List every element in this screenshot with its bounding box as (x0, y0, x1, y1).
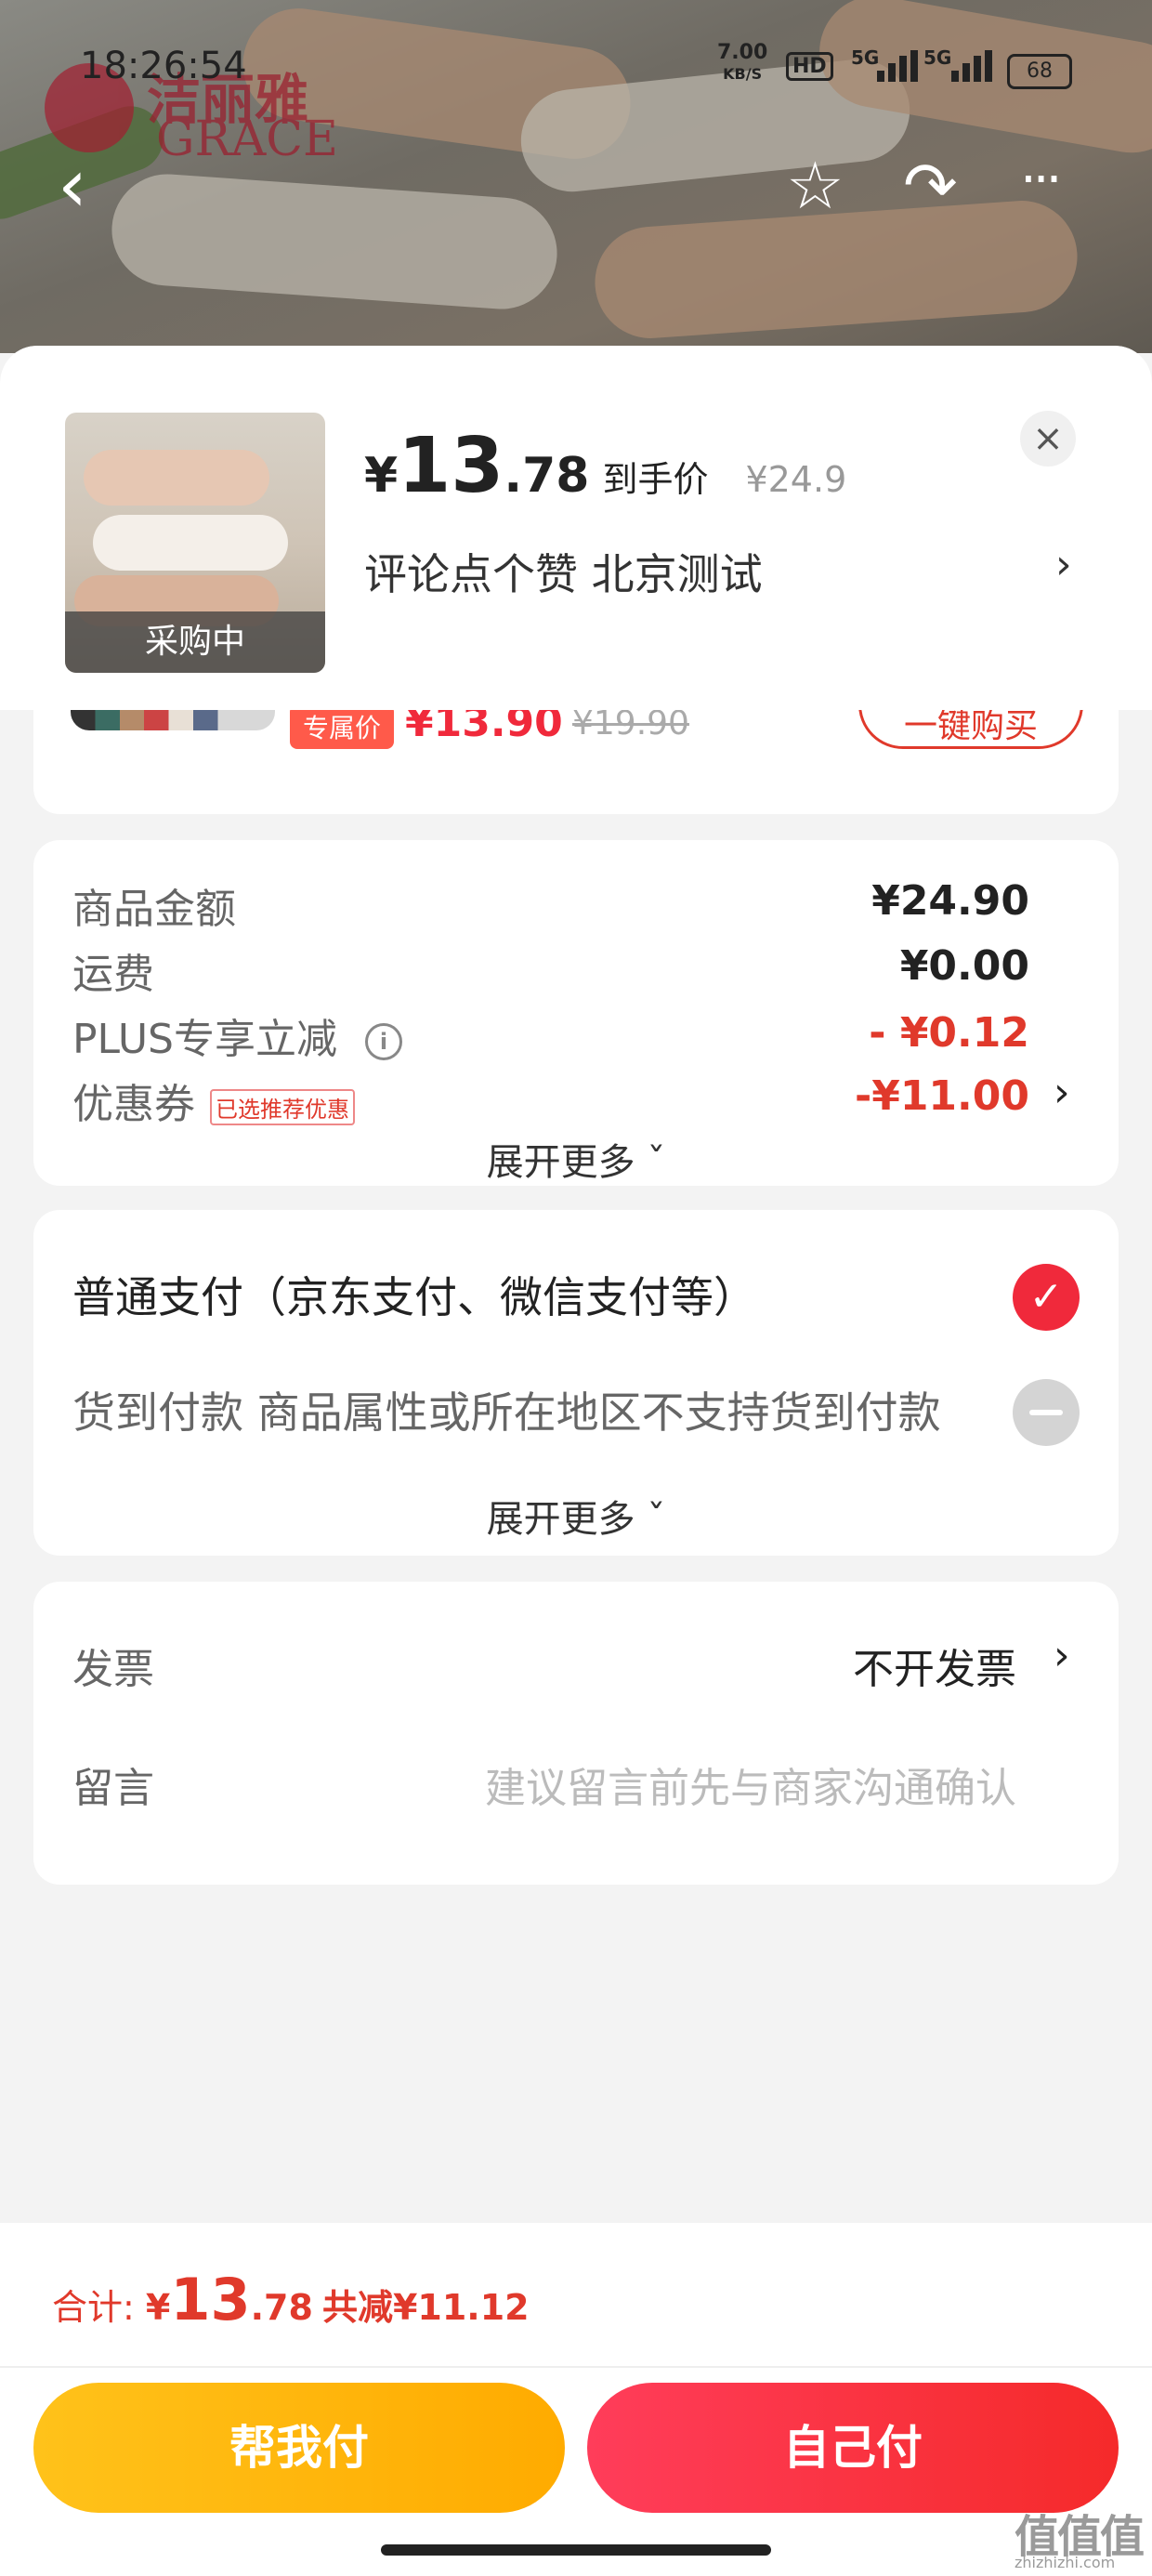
product-header: 采购中 ¥13.78 到手价 ¥24.9 评论点个赞 北京测试 › × (0, 346, 1152, 710)
coupon-label: 优惠券 (72, 1081, 195, 1128)
coupon-row[interactable]: 优惠券 已选推荐优惠 (72, 1071, 355, 1130)
coupon-recommend-tag: 已选推荐优惠 (210, 1088, 355, 1125)
plus-discount-row: PLUS专享立减 i (72, 1005, 402, 1065)
message-input[interactable]: 建议留言前先与商家沟通确认 (485, 1755, 1016, 1814)
amount-summary-card: 商品金额 ¥24.90 运费 ¥0.00 PLUS专享立减 i - ¥0.12 优… (33, 840, 1119, 1186)
order-total: 合计: ¥13.78 共减¥11.12 (52, 2266, 530, 2333)
hd-indicator: HD (786, 52, 833, 81)
divider (0, 2366, 1152, 2368)
invoice-value[interactable]: 不开发票 (853, 1636, 1016, 1695)
signal-icon (877, 50, 923, 82)
signal-label-2: 5G (923, 46, 952, 69)
final-price: ¥13.78 到手价 ¥24.9 (364, 422, 847, 510)
payment-option-normal[interactable]: 普通支付（京东支付、微信支付等） (72, 1264, 756, 1325)
product-thumbnail: 采购中 (65, 413, 325, 673)
payment-option-cod: 货到付款 商品属性或所在地区不支持货到付款 (72, 1387, 941, 1438)
invoice-label: 发票 (72, 1646, 154, 1693)
product-banner-image: 洁丽雅 GRACE 18:26:54 7.00 KB/S HD 5G 5G 68 … (0, 0, 1152, 353)
shipping-label: 运费 (72, 951, 154, 998)
back-icon[interactable]: ‹ (58, 149, 87, 223)
close-button[interactable]: × (1020, 411, 1076, 467)
checkout-bar: 合计: ¥13.78 共减¥11.12 帮我付 自己付 (0, 2223, 1152, 2576)
status-bar: 18:26:54 7.00 KB/S HD 5G 5G 68 (0, 37, 1152, 102)
battery-icon: 68 (1007, 54, 1072, 89)
checked-icon[interactable]: ✓ (1013, 1264, 1080, 1331)
network-speed: 7.00 KB/S (717, 41, 768, 84)
expand-more-button[interactable]: 展开更多 ˇ (33, 1489, 1119, 1543)
info-icon[interactable]: i (365, 1023, 402, 1060)
payment-method-card: 普通支付（京东支付、微信支付等） ✓ 货到付款 商品属性或所在地区不支持货到付款… (33, 1210, 1119, 1556)
pay-myself-button[interactable]: 自己付 (587, 2383, 1119, 2513)
exclusive-price-tag: 专属价 (290, 710, 395, 749)
original-price: ¥24.9 (745, 459, 847, 500)
chevron-right-icon[interactable]: › (1054, 1069, 1070, 1116)
invoice-message-card: 发票 不开发票 › 留言 建议留言前先与商家沟通确认 (33, 1582, 1119, 1885)
exclusive-price: ¥13.90 (405, 710, 563, 746)
chevron-right-icon[interactable]: › (1055, 541, 1072, 588)
status-time: 18:26:54 (80, 45, 247, 87)
expand-more-button[interactable]: 展开更多 ˇ (33, 1132, 1119, 1186)
help-me-pay-button[interactable]: 帮我付 (33, 2383, 565, 2513)
shipping-value: ¥0.00 (899, 942, 1029, 990)
plus-discount-label: PLUS专享立减 (72, 1016, 337, 1063)
goods-amount-label: 商品金额 (72, 886, 236, 933)
quick-buy-button[interactable]: 一键购买 (858, 710, 1083, 749)
final-price-label: 到手价 (602, 459, 709, 500)
message-label: 留言 (72, 1765, 154, 1812)
home-indicator[interactable] (381, 2544, 771, 2556)
signal-icon-2 (951, 50, 998, 82)
share-icon[interactable]: ↷ (903, 153, 958, 218)
purchase-status-badge: 采购中 (65, 611, 325, 673)
exclusive-original-price: ¥19.90 (572, 710, 689, 743)
coupon-value[interactable]: -¥11.00 (855, 1072, 1029, 1120)
favorite-icon[interactable]: ☆ (786, 153, 844, 218)
goods-amount-value: ¥24.90 (871, 877, 1029, 925)
color-swatches (71, 710, 275, 730)
total-saved: 共减¥11.12 (321, 2287, 530, 2328)
recommend-card: 专属价 ¥13.90 ¥19.90 一键购买 (33, 710, 1119, 814)
disabled-icon (1013, 1379, 1080, 1446)
more-icon[interactable]: ··· (1020, 152, 1062, 208)
spec-selector[interactable]: 评论点个赞 北京测试 (364, 541, 763, 602)
chevron-right-icon[interactable]: › (1054, 1632, 1070, 1679)
signal-label-1: 5G (851, 46, 880, 69)
plus-discount-value: - ¥0.12 (869, 1009, 1029, 1057)
watermark-logo: 值值值 zhizhizhi.com (1015, 2511, 1145, 2571)
